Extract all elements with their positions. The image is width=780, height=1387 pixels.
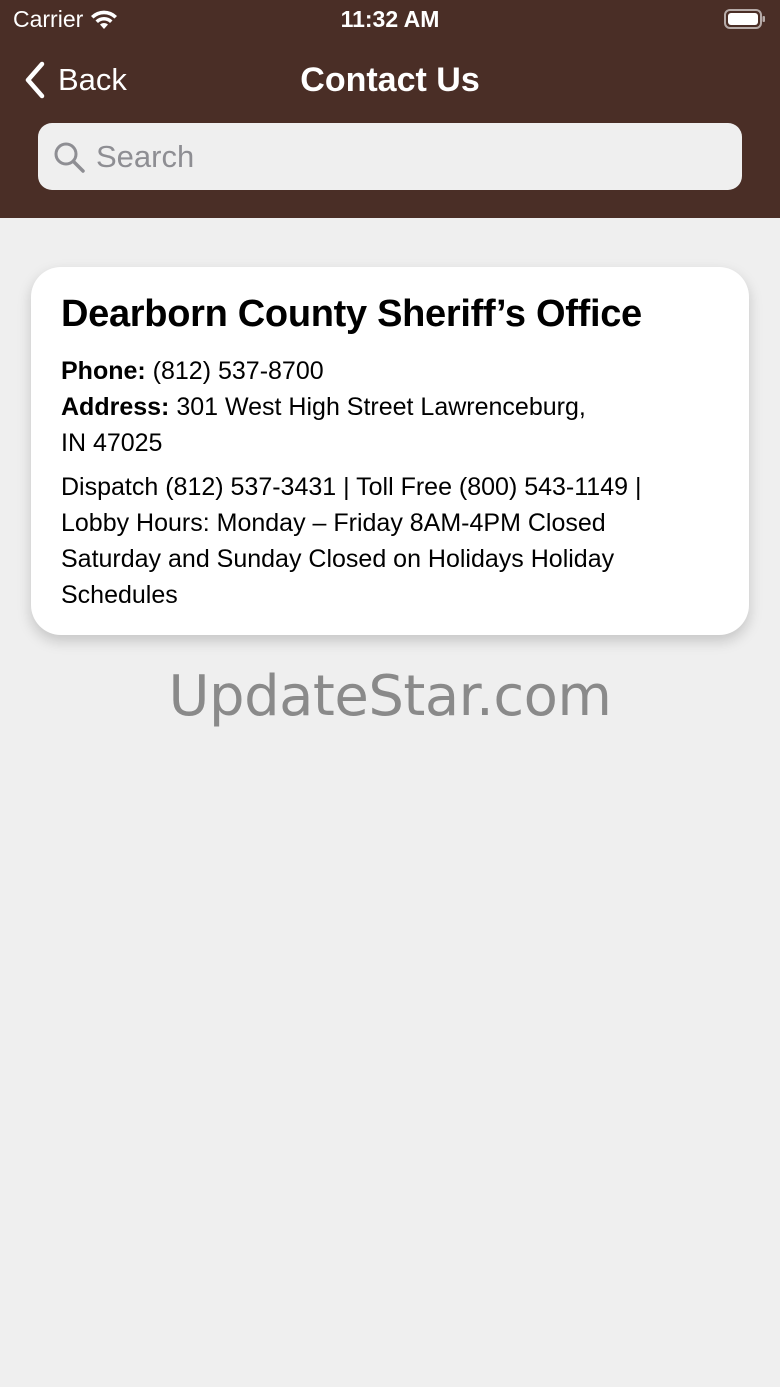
search-input[interactable] xyxy=(96,138,696,175)
notes-line-2: Lobby Hours: Monday – Friday 8AM-4PM Clo… xyxy=(61,509,606,537)
notes-line-3: Saturday and Sunday Closed on Holidays H… xyxy=(61,545,615,573)
contact-notes: Dispatch (812) 537-3431 | Toll Free (800… xyxy=(61,469,719,613)
search-bar[interactable] xyxy=(38,123,742,190)
address-line-1: 301 West High Street Lawrenceburg, xyxy=(176,393,586,421)
status-bar: Carrier 11:32 AM xyxy=(0,0,780,40)
notes-line-1: Dispatch (812) 537-3431 | Toll Free (800… xyxy=(61,473,642,501)
contact-card[interactable]: Dearborn County Sheriff’s Office Phone: … xyxy=(31,267,749,635)
address-label: Address: xyxy=(61,393,170,421)
phone-label: Phone: xyxy=(61,357,146,385)
contact-card-title: Dearborn County Sheriff’s Office xyxy=(61,293,642,335)
phone-value[interactable]: (812) 537-8700 xyxy=(153,357,324,385)
address-row: Address: 301 West High Street Lawrencebu… xyxy=(61,389,719,425)
app-header: Carrier 11:32 AM Back Contact Us xyxy=(0,0,780,218)
phone-row: Phone: (812) 537-8700 xyxy=(61,353,719,389)
search-icon xyxy=(54,142,85,173)
page-title: Contact Us xyxy=(300,61,480,99)
notes-line-4: Schedules xyxy=(61,581,178,609)
watermark: UpdateStar.com xyxy=(168,664,612,729)
address-line-2: IN 47025 xyxy=(61,429,163,457)
navigation-bar: Back Contact Us xyxy=(0,40,780,120)
status-time: 11:32 AM xyxy=(340,6,440,32)
battery-icon xyxy=(724,9,765,29)
